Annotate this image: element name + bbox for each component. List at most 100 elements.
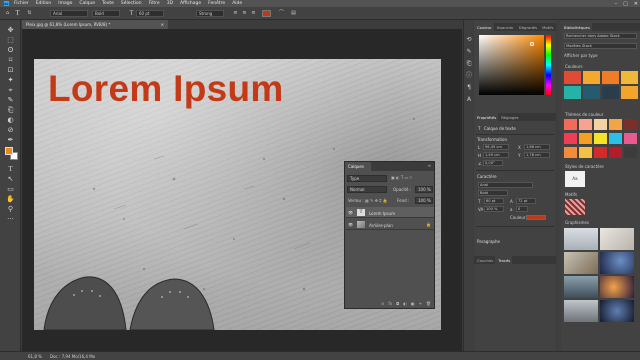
- color-theme-row[interactable]: [564, 133, 638, 144]
- visibility-eye-icon[interactable]: 👁: [348, 210, 353, 215]
- new-layer-icon[interactable]: +: [419, 301, 422, 306]
- character-section-title[interactable]: Caractère: [477, 174, 497, 179]
- angle-field[interactable]: 0,00°: [483, 160, 503, 166]
- char-font-select[interactable]: Arial: [478, 182, 533, 188]
- info-icon[interactable]: ⓘ: [465, 72, 473, 80]
- close-document-icon[interactable]: ✕: [161, 22, 164, 27]
- lasso-tool-icon[interactable]: ʘ: [6, 46, 15, 55]
- blend-mode-select[interactable]: Normal: [347, 186, 387, 193]
- glyphs-icon[interactable]: A: [465, 96, 473, 104]
- layer-row[interactable]: 👁 T Lorem Ipsum: [346, 207, 434, 218]
- document-tab[interactable]: Pleix.jpg @ 61,8% (Lorem Ipsum, RVB/8) *…: [22, 20, 168, 29]
- lock-icons[interactable]: ▦ ✎ ✥ ⌗ 🔒: [365, 199, 388, 203]
- stock-search-input[interactable]: Rechercher dans Adobe Stock: [564, 33, 637, 39]
- themes-section-title[interactable]: Thèmes de couleur: [565, 113, 603, 117]
- menu-3d[interactable]: 3D: [167, 1, 173, 6]
- layer-filter-select[interactable]: Type: [347, 175, 387, 182]
- panel-menu-icon[interactable]: ≡: [428, 164, 431, 168]
- char-leading-field[interactable]: 72 pt: [516, 198, 536, 204]
- tab-adjustments[interactable]: Réglages: [498, 113, 520, 121]
- library-color-swatch[interactable]: [621, 86, 638, 99]
- move-tool-icon[interactable]: ✥: [6, 26, 15, 35]
- color-picker-field[interactable]: [479, 35, 544, 95]
- font-size-field[interactable]: 60 pt: [136, 10, 164, 17]
- delete-layer-icon[interactable]: 🗑: [426, 301, 431, 306]
- fill-field[interactable]: 100 %: [415, 197, 433, 204]
- menu-image[interactable]: Image: [58, 1, 72, 6]
- close-window-button[interactable]: ✕: [634, 1, 638, 7]
- font-family-select[interactable]: Arial: [50, 10, 88, 17]
- eyedropper-tool-icon[interactable]: ⌖: [6, 86, 15, 95]
- height-field[interactable]: 1,49 cm: [483, 152, 509, 158]
- library-color-swatch[interactable]: [583, 71, 600, 84]
- menu-texte[interactable]: Texte: [102, 1, 114, 6]
- hue-slider[interactable]: [546, 35, 551, 95]
- eraser-tool-icon[interactable]: ⊘: [6, 126, 15, 135]
- align-right-icon[interactable]: ≡: [250, 10, 257, 17]
- layer-name[interactable]: Lorem Ipsum: [369, 211, 395, 216]
- orientation-toggle-icon[interactable]: ⇅: [26, 10, 33, 17]
- more-tools-icon[interactable]: ···: [6, 215, 15, 224]
- add-mask-icon[interactable]: ◘: [396, 301, 399, 306]
- font-style-select[interactable]: Bold: [92, 10, 120, 17]
- tab-gradients[interactable]: Dégradés: [516, 23, 539, 31]
- layer-name[interactable]: Arrière-plan: [369, 223, 393, 228]
- tab-patterns[interactable]: Motifs: [539, 23, 555, 31]
- zoom-tool-icon[interactable]: ⚲: [6, 205, 15, 214]
- path-select-tool-icon[interactable]: ↖: [6, 175, 15, 184]
- colors-section-title[interactable]: Couleurs: [565, 65, 583, 69]
- tab-color[interactable]: Couleur: [474, 23, 494, 31]
- graphic-thumbnail[interactable]: [600, 276, 634, 298]
- char-color-swatch[interactable]: [526, 215, 546, 220]
- menu-fichier[interactable]: Fichier: [14, 1, 29, 6]
- opacity-field[interactable]: 100 %: [415, 186, 433, 193]
- y-field[interactable]: 1,78 cm: [524, 152, 550, 158]
- color-theme-row[interactable]: [564, 119, 638, 130]
- library-color-swatch[interactable]: [621, 71, 638, 84]
- menu-filtre[interactable]: Filtre: [149, 1, 160, 6]
- tab-layers[interactable]: Calques: [345, 162, 371, 171]
- hand-tool-icon[interactable]: ✋: [6, 195, 15, 204]
- transform-section-title[interactable]: Transformation: [477, 137, 507, 142]
- patterns-section-title[interactable]: Motifs: [565, 193, 577, 197]
- tab-libraries[interactable]: Bibliothèques: [561, 23, 592, 31]
- library-color-swatch[interactable]: [564, 71, 581, 84]
- graphic-thumbnail[interactable]: [600, 228, 634, 250]
- maximize-button[interactable]: ▢: [623, 1, 628, 7]
- library-color-swatch[interactable]: [602, 86, 619, 99]
- library-color-swatch[interactable]: [564, 86, 581, 99]
- text-color-swatch[interactable]: [262, 10, 271, 17]
- menu-edition[interactable]: Edition: [36, 1, 52, 6]
- align-center-icon[interactable]: ≡: [241, 10, 248, 17]
- tab-channels[interactable]: Couches: [474, 256, 495, 264]
- clone-source-icon[interactable]: ⎗: [465, 60, 473, 68]
- layer-style-icon[interactable]: fx: [388, 301, 392, 306]
- text-tool-icon[interactable]: T: [6, 165, 15, 174]
- graphic-thumbnail[interactable]: [564, 300, 598, 322]
- char-style-select[interactable]: Bold: [478, 190, 508, 196]
- home-icon[interactable]: ⌂: [4, 10, 11, 17]
- paragraph-icon[interactable]: ¶: [465, 84, 473, 92]
- layer-row[interactable]: 👁 Arrière-plan 🔒: [346, 219, 434, 230]
- tab-properties[interactable]: Propriétés: [474, 113, 499, 121]
- brush-settings-icon[interactable]: ✎: [465, 48, 473, 56]
- x-field[interactable]: 1,66 cm: [524, 144, 550, 150]
- char-size-field[interactable]: 60 pt: [484, 198, 504, 204]
- graphic-thumbnail[interactable]: [600, 300, 634, 322]
- pen-tool-icon[interactable]: ✒: [6, 136, 15, 145]
- headline-text-layer[interactable]: Lorem Ipsum: [48, 70, 284, 107]
- graphic-thumbnail[interactable]: [564, 276, 598, 298]
- foreground-color-swatch[interactable]: [5, 147, 13, 155]
- width-field[interactable]: 96,49 cm: [483, 144, 509, 150]
- gradient-tool-icon[interactable]: ◐: [6, 116, 15, 125]
- link-layers-icon[interactable]: ⊝: [381, 301, 384, 306]
- graphics-section-title[interactable]: Graphismes: [565, 221, 589, 225]
- crop-tool-icon[interactable]: ⌑: [6, 56, 15, 65]
- char-tracking-field[interactable]: 100 %: [484, 206, 504, 212]
- layer-filter-icons[interactable]: ▣ ◐ T ▭ ⌑: [391, 176, 412, 180]
- color-picker-cursor[interactable]: [530, 42, 534, 46]
- warp-text-icon[interactable]: ⌒: [278, 10, 285, 17]
- align-left-icon[interactable]: ≡: [232, 10, 239, 17]
- new-group-icon[interactable]: ▣: [411, 301, 415, 306]
- minimize-button[interactable]: –: [615, 1, 618, 7]
